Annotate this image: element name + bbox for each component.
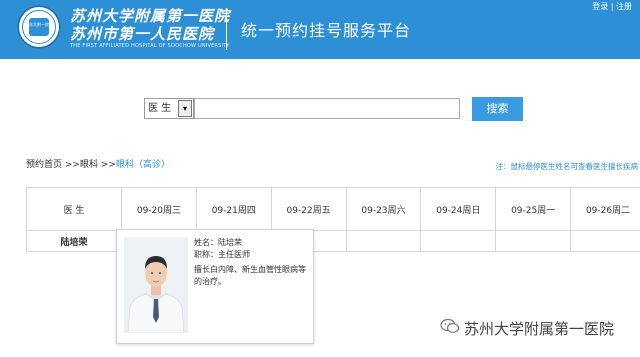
search-input[interactable] (194, 98, 460, 119)
doctor-title-line: 职称：主任医师 (194, 250, 250, 259)
date-column-header: 09-23周六 (345, 187, 422, 231)
schedule-slot[interactable] (345, 230, 422, 252)
doctor-specialty: 擅长白内障、新生血管性眼病等的治疗。 (194, 265, 306, 286)
date-column-header: 09-26周二 (570, 187, 640, 231)
hospital-alt-name: 苏州市第一人民医院 (70, 25, 215, 43)
doctor-column-header: 医 生 (26, 187, 122, 231)
hospital-english-name: THE FIRST AFFILIATED HOSPITAL OF SOOCHOW… (70, 43, 230, 49)
auth-links: 登录 | 注册 (592, 1, 632, 12)
hover-hint: 注：鼠标悬停医生姓名可查看医生擅长疾病 (495, 162, 639, 171)
login-link[interactable]: 登录 (592, 2, 608, 11)
watermark-text: 苏州大学附属第一医院 (464, 320, 615, 338)
doctor-name-link[interactable]: 陆培荣 (26, 230, 122, 252)
breadcrumb: 预约首页 >>眼科 >>眼科（高诊） (26, 157, 170, 170)
schedule-slot[interactable] (495, 230, 572, 252)
breadcrumb-dept[interactable]: 眼科 (80, 160, 98, 170)
auth-separator: | (610, 2, 614, 11)
doctor-photo (124, 237, 188, 333)
breadcrumb-home[interactable]: 预约首页 (26, 160, 62, 170)
platform-title: 统一预约挂号服务平台 (241, 21, 412, 40)
wechat-icon (440, 318, 460, 333)
schedule-slot[interactable] (420, 230, 497, 252)
doctor-info-text: 姓名：陆培荣 职称：主任医师 擅长白内障、新生血管性眼病等的治疗。 (194, 237, 306, 288)
breadcrumb-current: 眼科（高诊） (115, 160, 170, 170)
date-column-header: 09-21周四 (195, 187, 272, 231)
doctor-portrait-image (124, 237, 188, 333)
breadcrumb-separator: >> (64, 160, 80, 170)
date-column-header: 09-20周三 (121, 187, 197, 231)
doctor-info-popup: 姓名：陆培荣 职称：主任医师 擅长白内障、新生血管性眼病等的治疗。 (116, 229, 314, 344)
schedule-header-row: 医 生 09-20周三 09-21周四 09-22周五 09-23周六 09-2… (26, 187, 640, 231)
breadcrumb-separator: >> (100, 160, 116, 170)
date-column-header: 09-25周一 (495, 187, 572, 231)
logo-core: 苏大附一院 (29, 18, 49, 36)
search-type-value: 医 生 (148, 103, 172, 114)
search-button[interactable]: 搜索 (472, 97, 523, 121)
date-column-header: 09-24周日 (420, 187, 497, 231)
date-column-header: 09-22周五 (270, 187, 347, 231)
doctor-name-line: 姓名：陆培荣 (194, 238, 242, 247)
header-bar: 苏大附一院 苏州大学附属第一医院 苏州市第一人民医院 THE FIRST AFF… (0, 0, 640, 59)
logo-seal-text: 苏大附一院 (29, 22, 49, 27)
chevron-down-icon[interactable]: ▾ (178, 100, 192, 117)
schedule-slot[interactable] (570, 230, 640, 252)
header-divider (226, 9, 227, 50)
search-type-select[interactable]: 医 生 ▾ (144, 98, 194, 119)
hospital-logo: 苏大附一院 (17, 5, 61, 49)
register-link[interactable]: 注册 (616, 2, 632, 11)
